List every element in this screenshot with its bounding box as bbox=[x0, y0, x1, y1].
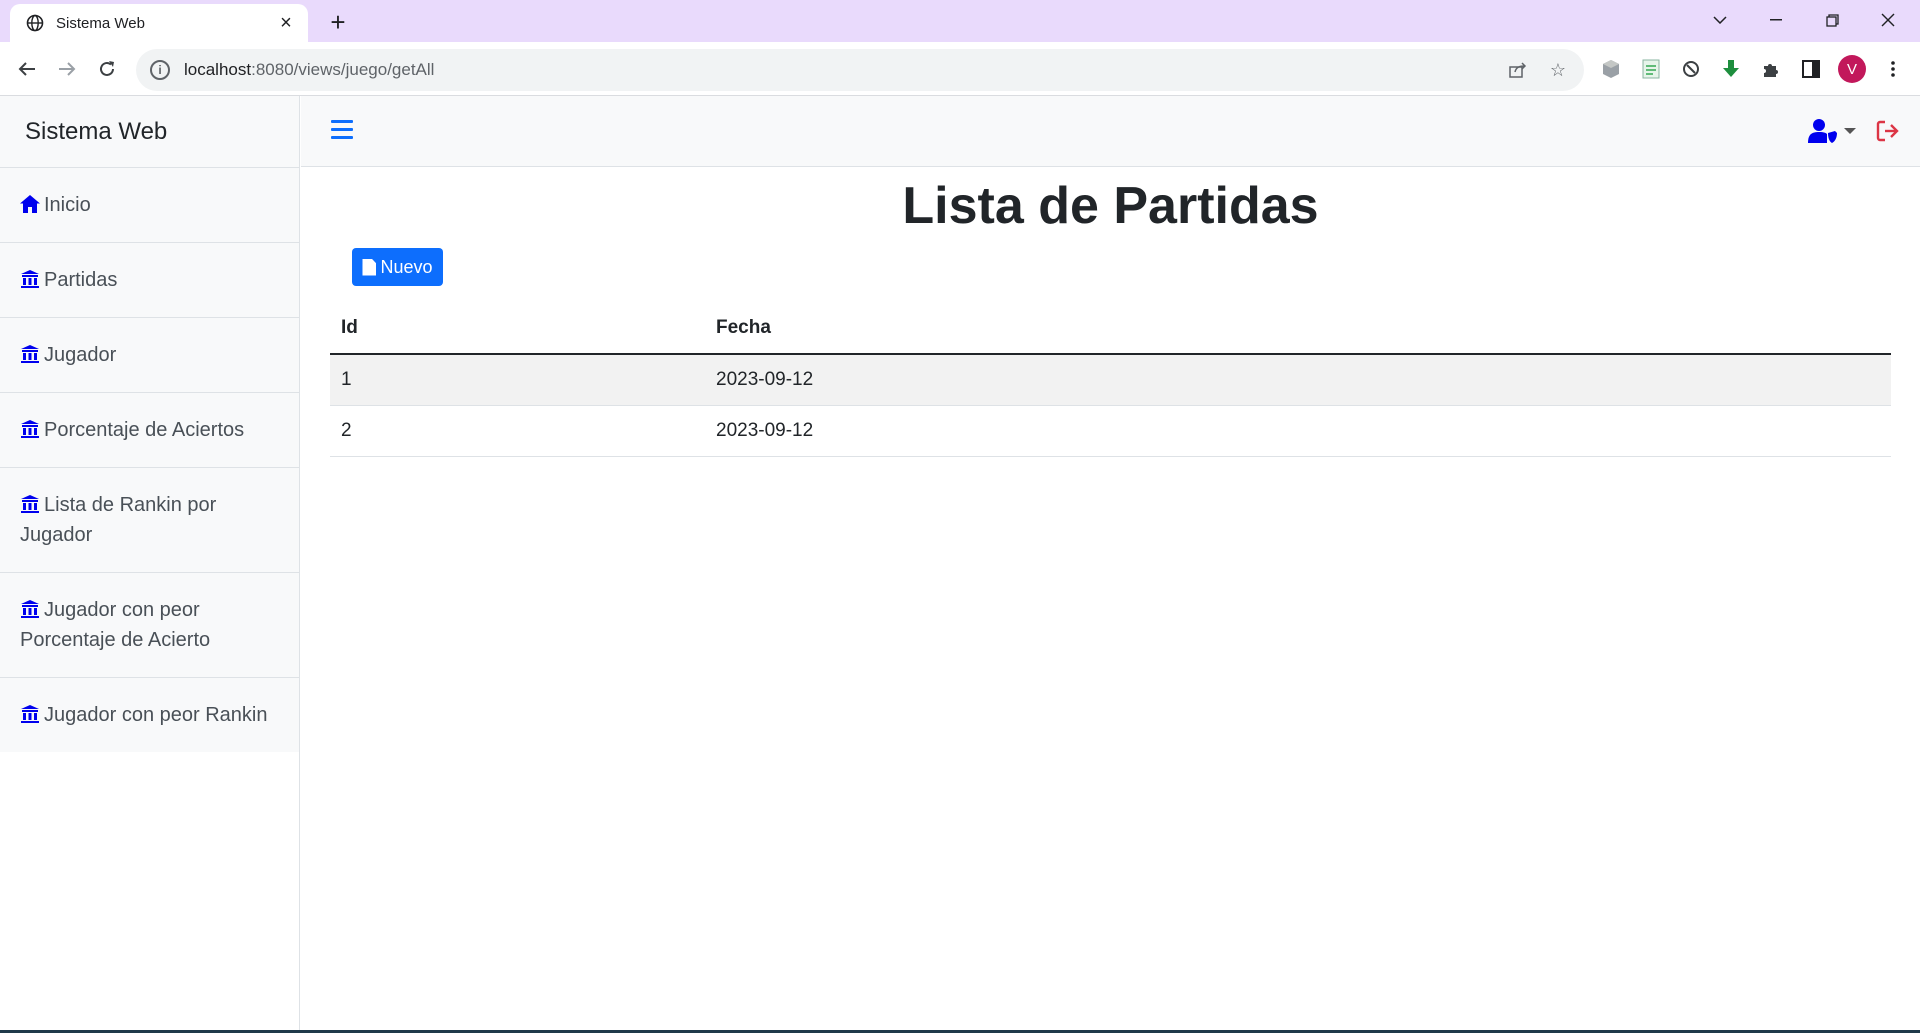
minimize-icon[interactable] bbox=[1748, 0, 1804, 40]
new-tab-icon[interactable]: + bbox=[324, 7, 352, 37]
user-shield-icon[interactable] bbox=[1808, 118, 1838, 144]
sidebar-item-jugador[interactable]: Jugador bbox=[0, 318, 299, 393]
extension-cube-icon[interactable] bbox=[1594, 52, 1628, 86]
tab-title: Sistema Web bbox=[56, 14, 145, 32]
home-icon bbox=[20, 195, 40, 213]
bookmark-star-icon[interactable]: ☆ bbox=[1545, 57, 1571, 83]
building-icon bbox=[21, 600, 39, 618]
extension-sheet-icon[interactable] bbox=[1634, 52, 1668, 86]
extension-sync-icon[interactable] bbox=[1674, 52, 1708, 86]
app-topbar bbox=[301, 96, 1920, 167]
table-header-row: Id Fecha bbox=[330, 302, 1891, 355]
browser-toolbar: i localhost:8080/views/juego/getAll ☆ V bbox=[0, 42, 1920, 96]
side-panel-icon[interactable] bbox=[1794, 52, 1828, 86]
building-icon bbox=[21, 495, 39, 513]
sidebar-item-lista-rankin[interactable]: Lista de Rankin por Jugador bbox=[0, 468, 299, 573]
sidebar-item-label: Jugador con peor Rankin bbox=[44, 704, 268, 726]
sidebar-item-label: Jugador bbox=[44, 344, 117, 366]
column-header-fecha: Fecha bbox=[705, 302, 1891, 355]
file-icon bbox=[362, 258, 377, 276]
restore-icon[interactable] bbox=[1804, 0, 1860, 40]
table-row[interactable]: 2 2023-09-12 bbox=[330, 405, 1891, 457]
url-text: localhost:8080/views/juego/getAll bbox=[184, 60, 435, 79]
browser-tab[interactable]: Sistema Web × bbox=[10, 4, 308, 42]
sidebar-item-label: Partidas bbox=[44, 269, 118, 291]
address-bar[interactable]: i localhost:8080/views/juego/getAll ☆ bbox=[136, 49, 1584, 91]
sidebar-item-label: Inicio bbox=[44, 194, 91, 216]
browser-tab-bar: Sistema Web × + bbox=[0, 0, 1920, 42]
main-content: Lista de Partidas Nuevo Id Fecha 1 2023-… bbox=[301, 167, 1920, 457]
browser-menu-icon[interactable] bbox=[1876, 52, 1910, 86]
download-icon[interactable] bbox=[1714, 52, 1748, 86]
building-icon bbox=[21, 345, 39, 363]
reload-icon[interactable] bbox=[90, 52, 124, 86]
sidebar-item-label: Lista de Rankin por Jugador bbox=[20, 494, 217, 546]
page-title: Lista de Partidas bbox=[902, 177, 1319, 235]
partidas-table: Id Fecha 1 2023-09-12 2 2023-09-12 bbox=[330, 302, 1891, 457]
building-icon bbox=[21, 705, 39, 723]
column-header-id: Id bbox=[330, 302, 705, 355]
site-info-icon[interactable]: i bbox=[150, 60, 170, 80]
new-button[interactable]: Nuevo bbox=[352, 248, 443, 286]
sidebar-item-label: Porcentaje de Aciertos bbox=[44, 419, 245, 441]
tab-search-icon[interactable] bbox=[1692, 0, 1748, 40]
cell-id: 1 bbox=[330, 354, 705, 406]
share-icon[interactable] bbox=[1505, 57, 1531, 83]
sidebar-item-label: Jugador con peor Porcentaje de Acierto bbox=[20, 599, 211, 651]
back-icon[interactable] bbox=[10, 52, 44, 86]
building-icon bbox=[21, 270, 39, 288]
sidebar: Sistema Web Inicio Partidas Jugador Porc… bbox=[0, 96, 300, 1033]
logout-icon[interactable] bbox=[1876, 119, 1900, 143]
sidebar-item-partidas[interactable]: Partidas bbox=[0, 243, 299, 318]
table-row[interactable]: 1 2023-09-12 bbox=[330, 354, 1891, 406]
sidebar-item-peor-porcentaje[interactable]: Jugador con peor Porcentaje de Acierto bbox=[0, 573, 299, 678]
tab-close-icon[interactable]: × bbox=[276, 12, 296, 34]
cell-fecha: 2023-09-12 bbox=[705, 354, 1891, 406]
profile-avatar[interactable]: V bbox=[1838, 55, 1866, 83]
extensions-puzzle-icon[interactable] bbox=[1754, 52, 1788, 86]
cell-id: 2 bbox=[330, 405, 705, 457]
close-window-icon[interactable] bbox=[1860, 0, 1916, 40]
globe-icon bbox=[24, 12, 46, 34]
user-dropdown-caret-icon[interactable] bbox=[1844, 128, 1856, 134]
menu-toggle-icon[interactable] bbox=[331, 120, 353, 142]
forward-icon[interactable] bbox=[50, 52, 84, 86]
sidebar-item-inicio[interactable]: Inicio bbox=[0, 168, 299, 243]
sidebar-menu: Inicio Partidas Jugador Porcentaje de Ac… bbox=[0, 168, 299, 752]
new-button-label: Nuevo bbox=[380, 256, 433, 277]
sidebar-brand[interactable]: Sistema Web bbox=[0, 96, 299, 168]
cell-fecha: 2023-09-12 bbox=[705, 405, 1891, 457]
sidebar-item-porcentaje-aciertos[interactable]: Porcentaje de Aciertos bbox=[0, 393, 299, 468]
sidebar-item-peor-rankin[interactable]: Jugador con peor Rankin bbox=[0, 678, 299, 752]
building-icon bbox=[21, 420, 39, 438]
